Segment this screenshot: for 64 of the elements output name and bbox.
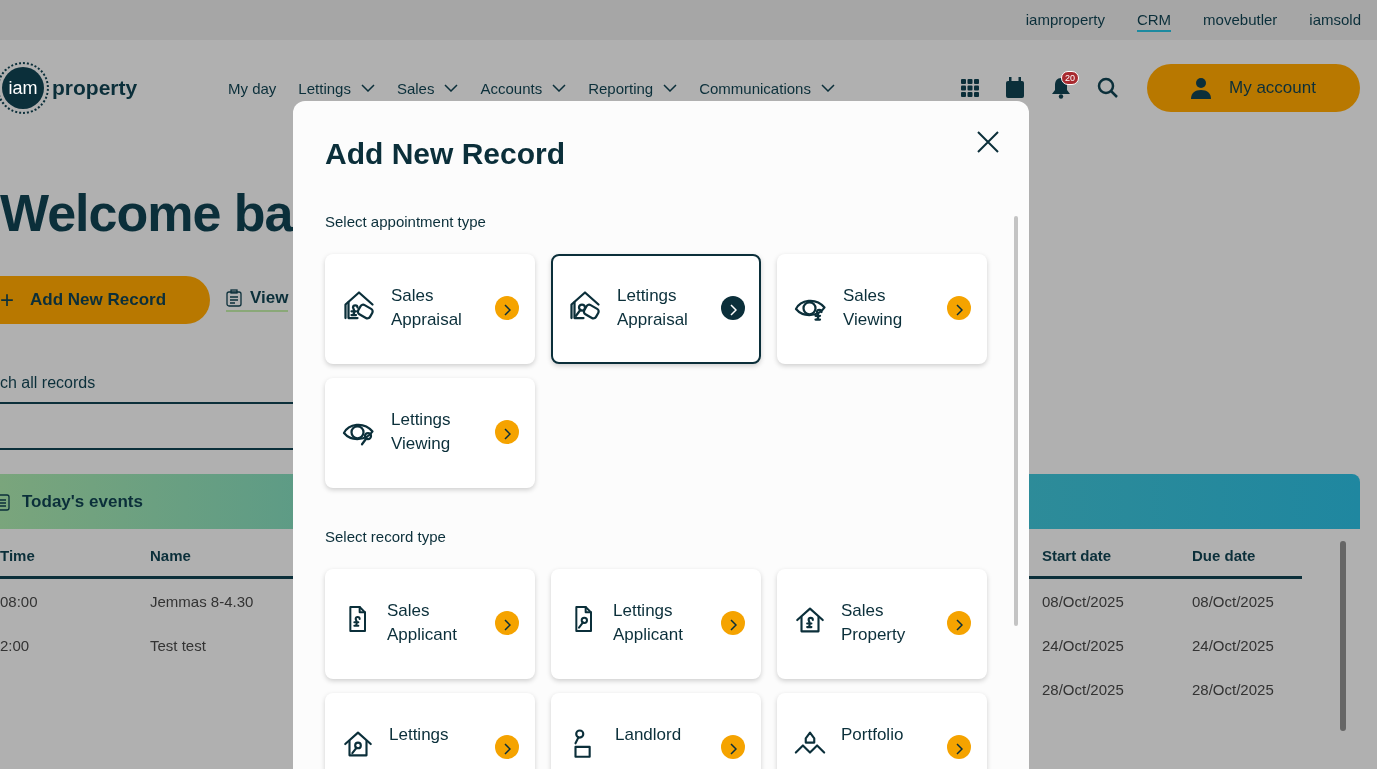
table-cell-text: 08/Oct/2025 [1042,591,1125,612]
search-icon[interactable] [1097,77,1119,99]
chevron-right-icon [955,304,963,316]
table-cell-text: Jemmas 8-4.30 [150,591,255,612]
view-link[interactable]: View [226,288,289,313]
record-type-card[interactable]: Sales Applicant [325,569,535,679]
chevron-right-icon [729,743,737,755]
table-cell-text: 28/Oct/2025 [1192,679,1275,700]
calendar-list-icon [0,492,12,511]
add-new-record-button[interactable]: + Add New Record [0,276,210,325]
search-label: ch all records [0,374,97,393]
notification-badge: 20 [1061,71,1079,85]
close-icon [977,131,999,153]
user-icon [1191,77,1212,99]
column-header: Time [0,529,150,580]
site-link[interactable]: CRM [1136,8,1172,32]
chevron-right-icon [729,619,737,631]
nav-menu-item[interactable]: Accounts [480,79,567,97]
nav-menu-item[interactable]: Sales [396,79,459,97]
chevron-right-icon [503,304,511,316]
scrollbar[interactable] [1014,216,1018,626]
nav-menu-item[interactable]: Communications [699,79,835,97]
clipboard-icon [226,289,242,308]
nav-menu-item[interactable]: Lettings [298,79,375,97]
section-label: Select appointment type [325,213,487,230]
record-type-card[interactable]: Portfolio [777,693,987,769]
site-link[interactable]: iamsold [1309,8,1361,32]
record-type-card[interactable]: Lettings Applicant [551,569,761,679]
table-cell-text: 24/Oct/2025 [1192,635,1275,656]
record-type-card[interactable]: Sales Viewing [777,254,987,364]
record-type-card[interactable]: Sales Appraisal [325,254,535,364]
dialog-title: Add New Record [325,136,566,172]
apps-grid-icon[interactable] [961,79,979,97]
chevron-right-icon [503,743,511,755]
record-type-card[interactable]: Lettings [325,693,535,769]
close-button[interactable] [977,131,999,153]
chevron-right-icon [955,743,963,755]
chevron-right-icon [955,619,963,631]
nav-menu-item[interactable]: My day [228,79,277,97]
nav-menu-item[interactable]: Reporting [588,79,678,97]
scrollbar[interactable] [1340,541,1346,732]
table-cell-text: 2:00 [0,635,31,656]
record-type-card[interactable]: Sales Property [777,569,987,679]
my-account-button[interactable]: My account [1147,64,1360,112]
table-cell-text: 28/Oct/2025 [1042,679,1125,700]
table-cell-text: 24/Oct/2025 [1042,635,1125,656]
site-link[interactable]: movebutler [1203,8,1278,32]
record-type-card[interactable]: Lettings Viewing [325,378,535,488]
column-header: Due date [1192,529,1302,580]
table-cell-text: 08:00 [0,591,39,612]
events-title: Today's events [22,491,143,512]
chevron-right-icon [729,304,737,316]
calendar-icon[interactable] [1005,77,1025,99]
column-header: Start date [1042,529,1192,580]
chevron-right-icon [503,428,511,440]
table-cell-text: Test test [150,635,207,656]
table-cell-text: 08/Oct/2025 [1192,591,1275,612]
record-type-card[interactable]: Landlord [551,693,761,769]
chevron-right-icon [503,619,511,631]
record-type-card[interactable]: Lettings Appraisal [551,254,761,364]
site-link[interactable]: iamproperty [1025,8,1105,32]
section-label: Select record type [325,528,447,545]
welcome-heading: Welcome ba [0,183,293,244]
logo-wordmark: property [52,76,138,100]
